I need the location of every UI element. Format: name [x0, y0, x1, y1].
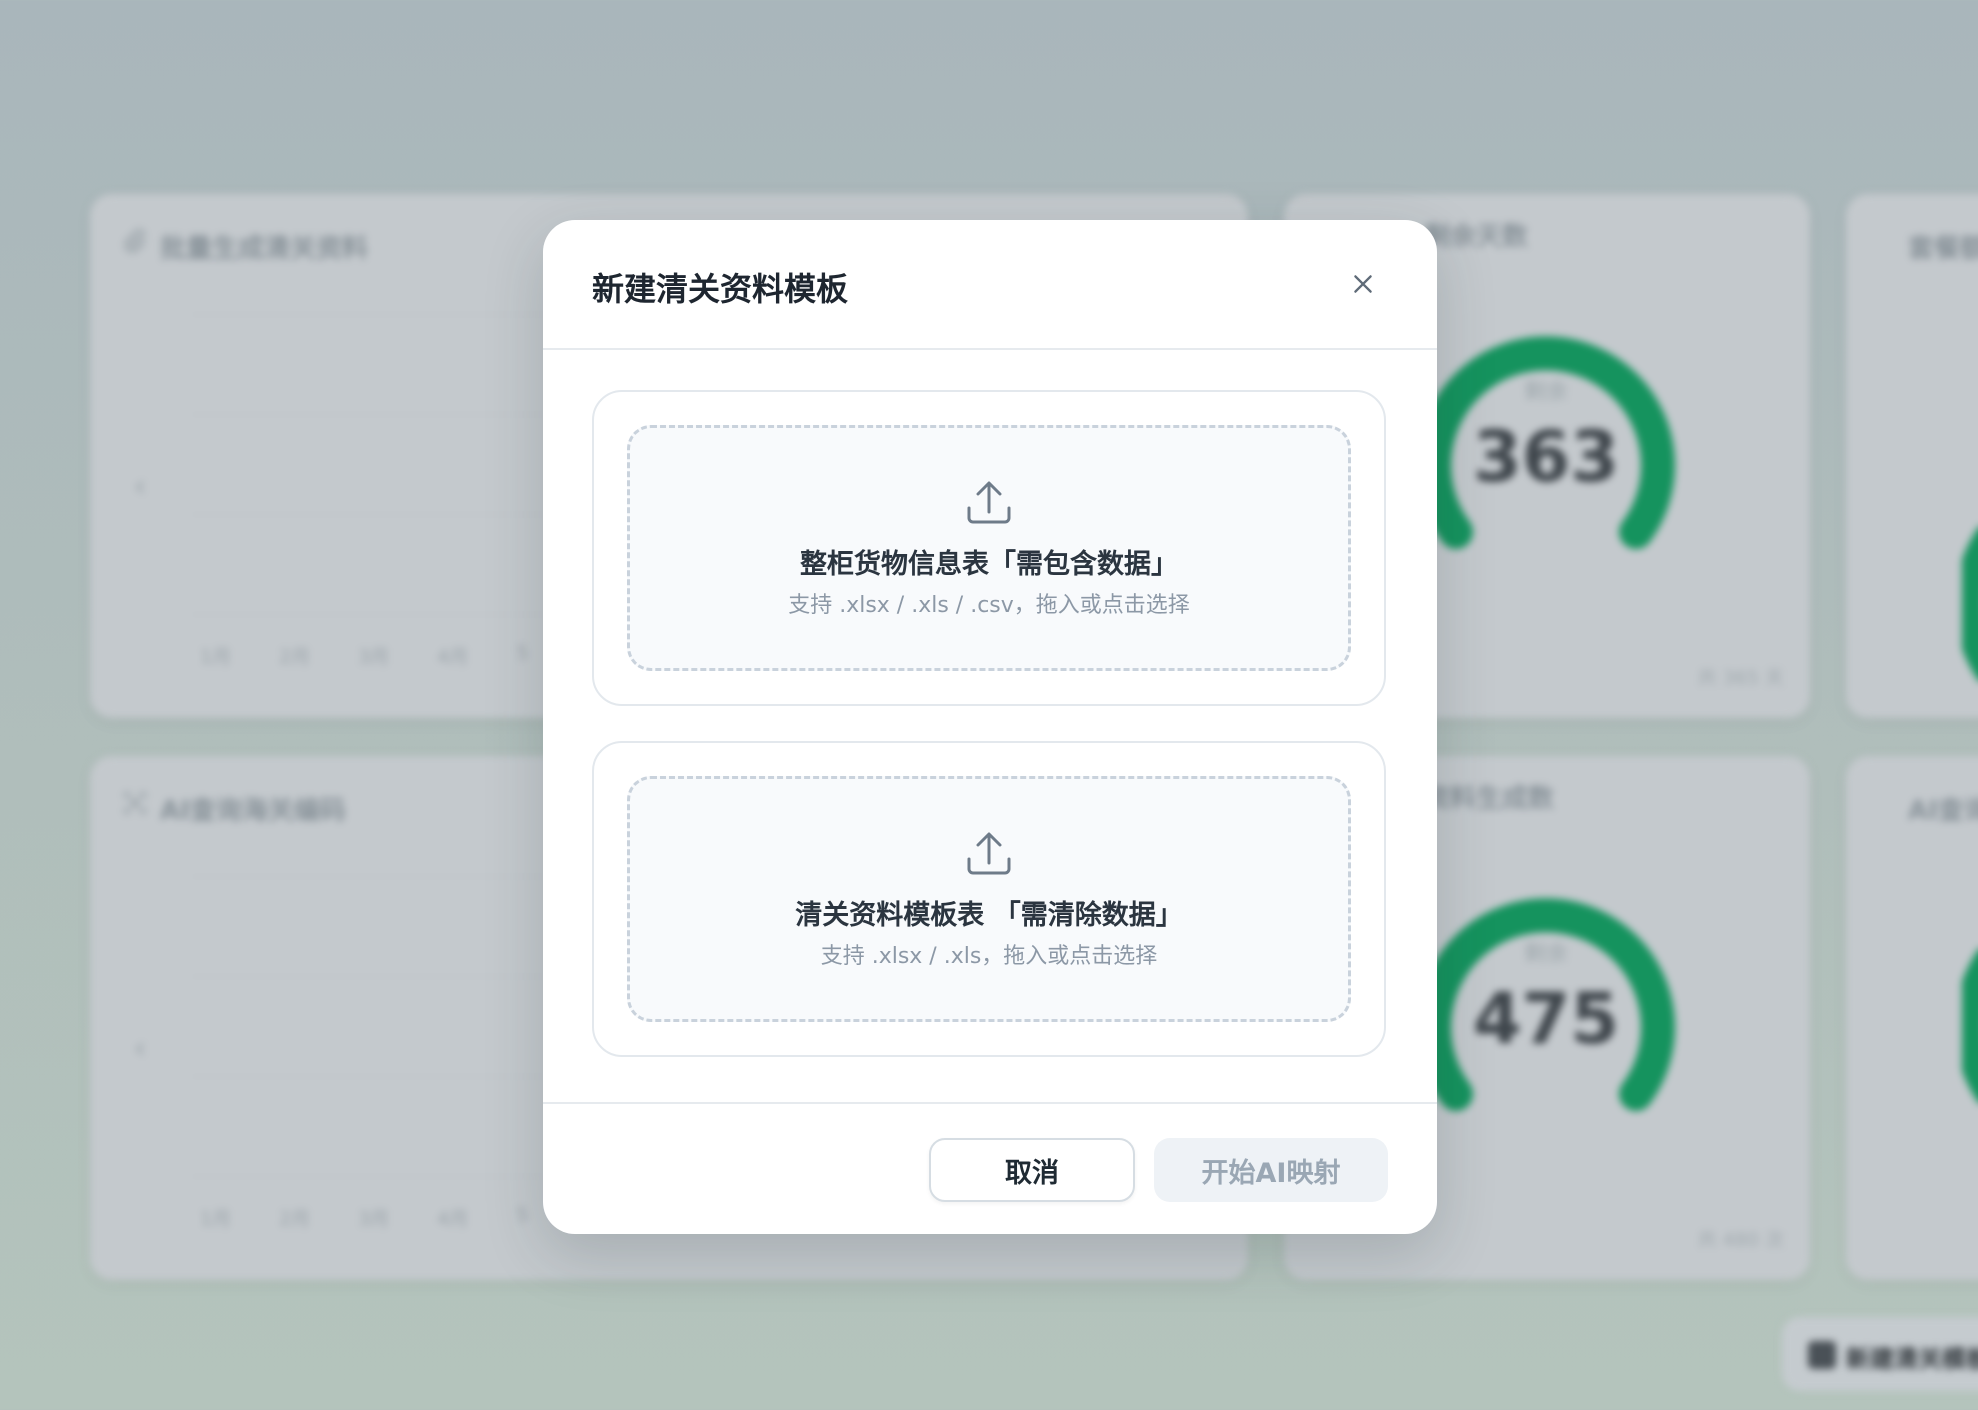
close-button[interactable]: [1343, 264, 1383, 304]
gauge-label: 剩余: [1523, 942, 1568, 967]
month-label: 2月: [279, 1208, 311, 1230]
dropzone-hint: 支持 .xlsx / .xls / .csv，拖入或点击选择: [788, 592, 1190, 618]
dropzone-title: 清关资料模板表 「需清除数据」: [795, 899, 1183, 931]
bg-card-title: 剩余天数: [1424, 222, 1529, 252]
upload-icon: [967, 832, 1011, 874]
upload-icon: [967, 481, 1011, 523]
month-label: 1月: [200, 1208, 232, 1230]
bg-card-title: 批量生成清关资料: [160, 234, 369, 264]
template-file-dropzone[interactable]: 清关资料模板表 「需清除数据」 支持 .xlsx / .xls，拖入或点击选择: [627, 776, 1351, 1022]
month-label: 3月: [358, 646, 390, 668]
gauge-foot: 共 365 天: [1697, 667, 1784, 689]
bg-month-axis: 1月 2月 3月 4月 5: [200, 642, 528, 669]
dialog-title: 新建清关资料模板: [592, 270, 849, 308]
upload-card-cargo: 整柜货物信息表「需包含数据」 支持 .xlsx / .xls / .csv，拖入…: [592, 390, 1386, 706]
gauge-label: 剩余: [1523, 380, 1568, 405]
new-template-dialog: 新建清关资料模板 整柜货物信息表「需包含数据」 支持 .xlsx / .xls …: [543, 220, 1437, 1234]
dropzone-title: 整柜货物信息表「需包含数据」: [800, 548, 1178, 580]
month-label: 3月: [358, 1208, 390, 1230]
scan-icon: [123, 791, 147, 815]
upload-card-template: 清关资料模板表 「需清除数据」 支持 .xlsx / .xls，拖入或点击选择: [592, 741, 1386, 1057]
cargo-file-dropzone[interactable]: 整柜货物信息表「需包含数据」 支持 .xlsx / .xls / .csv，拖入…: [627, 425, 1351, 671]
gauge-arc-icon: [1962, 527, 1978, 681]
gauge-chart: 剩余 363: [1416, 304, 1676, 564]
chevron-left-icon: ‹: [134, 469, 146, 504]
start-ai-mapping-button[interactable]: 开始AI映射: [1154, 1138, 1388, 1202]
month-label: 5: [516, 642, 529, 664]
bg-card-title: 套餐额度: [1908, 234, 1978, 264]
paperclip-icon: [124, 228, 146, 253]
chevron-left-icon: ‹: [134, 1031, 146, 1066]
dialog-footer: 取消 开始AI映射: [543, 1102, 1437, 1234]
new-template-fab: 新建清关模板: [1782, 1317, 1978, 1391]
month-label: 4月: [437, 1208, 469, 1230]
bg-card-ai: AI查询: [1846, 756, 1978, 1280]
dropzone-hint: 支持 .xlsx / .xls，拖入或点击选择: [820, 943, 1158, 969]
month-label: 5: [516, 1204, 529, 1226]
bg-card-title: 资料生成数: [1424, 784, 1555, 814]
gauge-arc-icon: [1962, 949, 1978, 1103]
cancel-button[interactable]: 取消: [929, 1138, 1135, 1202]
bg-month-axis: 1月 2月 3月 4月 5: [200, 1204, 528, 1231]
bg-card-title: AI查询: [1908, 796, 1978, 826]
gauge-chart: 剩余 475: [1416, 866, 1676, 1126]
calculator-icon: [1808, 1341, 1836, 1369]
bg-card-quota: 套餐额度: [1846, 194, 1978, 718]
month-label: 2月: [279, 646, 311, 668]
gauge-foot: 共 480 次: [1697, 1229, 1784, 1251]
month-label: 4月: [437, 646, 469, 668]
dialog-header: 新建清关资料模板: [543, 220, 1437, 350]
gauge-value: 363: [1472, 416, 1620, 498]
month-label: 1月: [200, 646, 232, 668]
dialog-body: 整柜货物信息表「需包含数据」 支持 .xlsx / .xls / .csv，拖入…: [543, 350, 1437, 1104]
fab-label: 新建清关模板: [1846, 1345, 1978, 1373]
gauge-value: 475: [1472, 978, 1620, 1060]
bg-card-title: AI查询海关编码: [160, 796, 346, 826]
close-icon: [1354, 275, 1372, 293]
